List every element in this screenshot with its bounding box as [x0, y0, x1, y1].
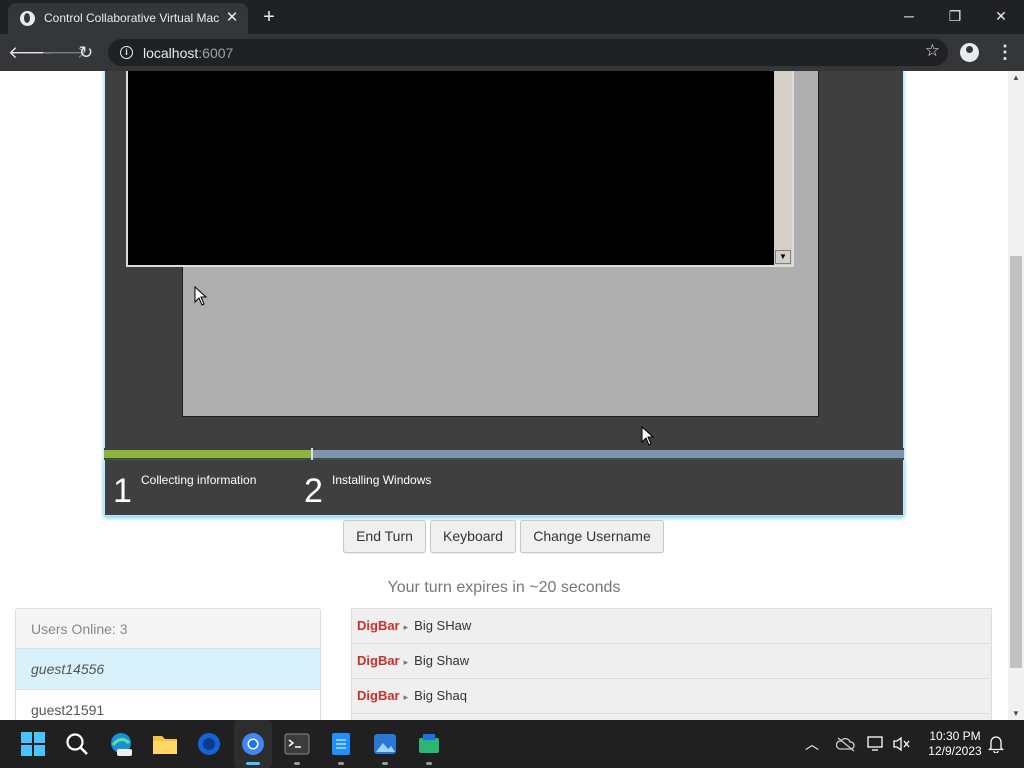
notification-bell-icon[interactable] — [988, 735, 1004, 753]
minimize-button[interactable]: ─ — [886, 2, 932, 30]
close-tab-icon[interactable]: ✕ — [224, 9, 240, 27]
network-icon[interactable] — [867, 736, 885, 752]
chat-separator-icon: ▸ — [403, 622, 409, 632]
chrome-icon[interactable] — [240, 731, 266, 757]
running-indicator — [294, 762, 300, 765]
reload-button[interactable]: ↻ — [73, 40, 99, 66]
step-2-number: 2 — [304, 472, 323, 510]
keyboard-button[interactable]: Keyboard — [430, 520, 516, 553]
users-online-panel: Users Online: 3 guest14556 guest21591 — [15, 608, 321, 720]
progress-divider — [311, 448, 313, 460]
site-info-icon[interactable]: i — [120, 46, 133, 59]
page-scrollbar[interactable]: ▲ ▼ — [1008, 71, 1024, 720]
vm-setup-steps: 1 Collecting information 2 Installing Wi… — [104, 460, 904, 516]
browser-tab[interactable]: Control Collaborative Virtual Mac ✕ — [8, 3, 248, 34]
address-bar[interactable]: i localhost:6007 ☆ — [108, 39, 948, 66]
chat-username: DigBar — [357, 653, 400, 668]
tray-overflow-chevron-icon[interactable]: ︿ — [805, 734, 819, 754]
user-list-item-self[interactable]: guest14556 — [16, 649, 320, 690]
volume-muted-icon[interactable] — [893, 736, 911, 752]
step-1-number: 1 — [113, 472, 132, 510]
edge-preview-icon[interactable] — [108, 731, 134, 757]
tab-title: Control Collaborative Virtual Mac — [44, 11, 220, 25]
vm-mouse-cursor-icon — [194, 286, 208, 306]
vm-console-window: ▼ — [126, 71, 794, 267]
users-online-header: Users Online: 3 — [16, 609, 320, 649]
chat-text: Big SHaw — [414, 618, 472, 633]
chat-panel: DigBar ▸ Big SHaw DigBar ▸ Big Shaw DigBar ▸ B… — [351, 608, 992, 720]
active-indicator — [246, 762, 260, 765]
back-button[interactable]: 🡐 — [8, 40, 54, 66]
chat-separator-icon: ▸ — [403, 657, 409, 667]
browser-menu-icon[interactable]: ⋮ — [996, 40, 1014, 64]
console-scrollbar[interactable]: ▼ — [774, 71, 792, 265]
running-indicator — [426, 762, 432, 765]
browser-tab-bar: Control Collaborative Virtual Mac ✕ + ─ … — [0, 0, 1024, 34]
restore-button[interactable]: ❐ — [932, 2, 978, 30]
chat-message: DigBar ▸ Big SHaw — [352, 609, 989, 644]
vm-mouse-cursor-icon-2 — [641, 426, 655, 446]
globe-icon — [20, 11, 35, 26]
console-scroll-down-icon[interactable]: ▼ — [775, 250, 791, 264]
running-indicator — [382, 762, 388, 765]
vm-setup-progress-bar — [104, 448, 904, 460]
url-port: :6007 — [198, 45, 234, 61]
running-indicator — [338, 762, 344, 765]
step-2-label: Installing Windows — [332, 473, 432, 487]
windows-start-icon[interactable] — [20, 731, 46, 757]
end-turn-button[interactable]: End Turn — [343, 520, 426, 553]
file-explorer-icon[interactable] — [152, 731, 178, 757]
chat-message: DigBar ▸ Big Shaw — [352, 644, 989, 679]
chat-separator-icon: ▸ — [403, 692, 409, 702]
onedrive-offline-icon[interactable] — [836, 736, 856, 752]
chat-username: DigBar — [357, 618, 400, 633]
forward-button[interactable]: 🡒 — [41, 40, 87, 66]
terminal-icon[interactable] — [284, 731, 310, 757]
notepad-icon[interactable] — [328, 731, 354, 757]
scrollbar-thumb[interactable] — [1010, 256, 1022, 668]
scroll-up-icon[interactable]: ▲ — [1012, 73, 1020, 82]
new-tab-button[interactable]: + — [258, 6, 280, 28]
photos-icon[interactable] — [372, 731, 398, 757]
scroll-down-icon[interactable]: ▼ — [1012, 709, 1020, 718]
chat-message: DigBar ▸ Big Shaq — [352, 679, 989, 714]
firefox-icon[interactable] — [196, 731, 222, 757]
clock-time: 10:30 PM — [929, 729, 981, 743]
user-list-item[interactable]: guest21591 — [16, 690, 320, 720]
windows-taskbar: ︿ 10:30 PM 12/9/2023 — [0, 720, 1024, 768]
page-viewport: ▼ 1 Collecting information 2 Installing … — [0, 71, 1008, 720]
chat-username: DigBar — [357, 688, 400, 703]
clock-date: 12/9/2023 — [928, 744, 982, 758]
browser-toolbar: 🡐 🡒 ↻ i localhost:6007 ☆ ⋮ — [0, 34, 1024, 71]
virtual-machine-app-icon[interactable] — [416, 731, 442, 757]
change-username-button[interactable]: Change Username — [520, 520, 664, 553]
step-1-label: Collecting information — [141, 473, 257, 487]
bookmark-star-icon[interactable]: ☆ — [925, 41, 940, 61]
profile-avatar-icon[interactable] — [960, 43, 979, 62]
chat-text: Big Shaw — [414, 653, 470, 668]
url-host: localhost — [143, 45, 199, 61]
search-icon[interactable] — [64, 731, 90, 757]
taskbar-clock[interactable]: 10:30 PM 12/9/2023 — [920, 729, 990, 759]
close-window-button[interactable]: ✕ — [978, 2, 1024, 30]
progress-fill — [104, 450, 312, 458]
chat-text: Big Shaq — [414, 688, 467, 703]
turn-timer-message: Your turn expires in ~20 seconds — [387, 579, 621, 596]
address-url: localhost:6007 — [143, 45, 233, 61]
